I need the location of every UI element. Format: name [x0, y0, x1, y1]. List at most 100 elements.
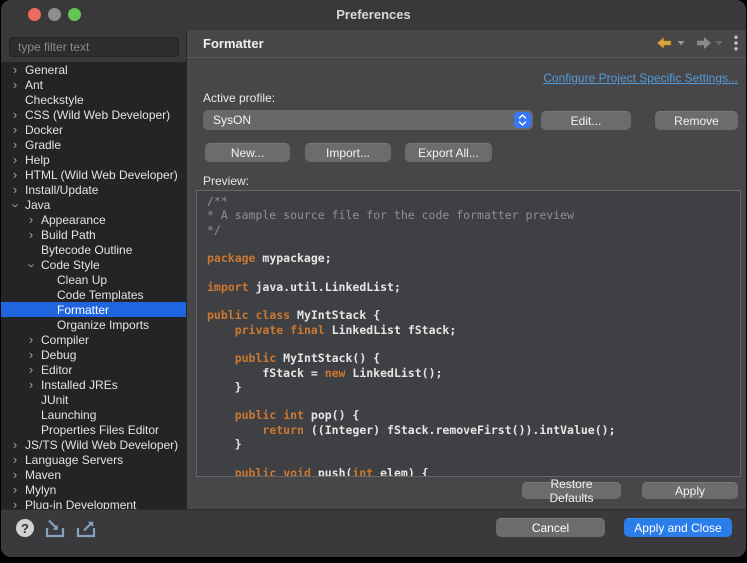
back-dropdown-icon[interactable]	[677, 40, 685, 46]
preview-code[interactable]: /** * A sample source file for the code f…	[196, 190, 741, 477]
sidebar-item-debug[interactable]: › Debug	[1, 347, 186, 362]
chevron-icon[interactable]: ›	[25, 363, 37, 376]
sidebar-item-gradle[interactable]: › Gradle	[1, 137, 186, 152]
chevron-icon[interactable]: ›	[9, 138, 21, 151]
sidebar-item-label: Debug	[41, 347, 77, 362]
chevron-icon[interactable]: ›	[25, 228, 37, 241]
titlebar[interactable]: Preferences	[1, 0, 746, 30]
view-menu-icon[interactable]	[734, 35, 738, 51]
forward-icon[interactable]	[694, 36, 712, 50]
sidebar-item-bytecode-outline[interactable]: Bytecode Outline	[1, 242, 186, 257]
chevron-icon[interactable]: ›	[9, 483, 21, 496]
export-all-button[interactable]: Export All...	[405, 143, 492, 162]
code-line: }	[207, 437, 242, 452]
preferences-window: Preferences › General › AntCheckstyle › CSS (…	[1, 0, 746, 557]
sidebar-item-editor[interactable]: › Editor	[1, 362, 186, 377]
sidebar-item-junit[interactable]: JUnit	[1, 392, 186, 407]
sidebar: › General › AntCheckstyle › CSS (Wild Web Dev…	[1, 30, 187, 509]
sidebar-item-appearance[interactable]: › Appearance	[1, 212, 186, 227]
sidebar-item-properties-files-editor[interactable]: Properties Files Editor	[1, 422, 186, 437]
export-preferences-icon[interactable]	[76, 519, 98, 543]
sidebar-item-build-path[interactable]: › Build Path	[1, 227, 186, 242]
chevron-icon[interactable]: ›	[25, 213, 37, 226]
edit-button[interactable]: Edit...	[541, 111, 631, 130]
sidebar-item-general[interactable]: › General	[1, 62, 186, 77]
sidebar-item-checkstyle[interactable]: Checkstyle	[1, 92, 186, 107]
new-button[interactable]: New...	[205, 143, 290, 162]
chevron-icon[interactable]: ›	[9, 498, 21, 510]
code-line: /**	[207, 194, 228, 208]
sidebar-item-ant[interactable]: › Ant	[1, 77, 186, 92]
sidebar-item-label: Bytecode Outline	[41, 242, 133, 257]
sidebar-item-code-templates[interactable]: Code Templates	[1, 287, 186, 302]
import-preferences-icon[interactable]	[45, 512, 67, 543]
code-line: fStack = new LinkedList();	[207, 365, 443, 380]
sidebar-item-launching[interactable]: Launching	[1, 407, 186, 422]
sidebar-item-compiler[interactable]: › Compiler	[1, 332, 186, 347]
sidebar-item-code-style[interactable]: › Code Style	[1, 257, 186, 272]
chevron-icon[interactable]: ›	[25, 348, 37, 361]
code-line: return ((Integer) fStack.removeFirst()).…	[262, 422, 616, 437]
sidebar-item-install-update[interactable]: › Install/Update	[1, 182, 186, 197]
restore-defaults-button[interactable]: Restore Defaults	[522, 477, 621, 505]
sidebar-item-label: Install/Update	[25, 182, 99, 197]
chevron-icon[interactable]: ›	[9, 153, 21, 166]
sidebar-item-js-ts-wild-web-developer-[interactable]: › JS/TS (Wild Web Developer)	[1, 437, 186, 452]
page-title: Formatter	[203, 36, 264, 51]
forward-dropdown-icon[interactable]	[715, 40, 723, 46]
chevron-icon[interactable]: ›	[9, 183, 21, 196]
chevron-icon[interactable]: ›	[9, 123, 21, 136]
back-icon[interactable]	[656, 36, 674, 50]
window-title: Preferences	[336, 7, 411, 22]
sidebar-item-formatter[interactable]: Formatter	[1, 302, 186, 317]
configure-project-link[interactable]: Configure Project Specific Settings...	[543, 71, 738, 85]
code-line: public MyIntStack() {	[234, 351, 381, 366]
chevron-icon[interactable]: ›	[9, 438, 21, 451]
apply-and-close-button[interactable]: Apply and Close	[624, 518, 732, 537]
chevron-icon[interactable]: ›	[9, 468, 21, 481]
sidebar-item-label: Formatter	[57, 302, 110, 317]
chevron-icon[interactable]: ›	[25, 259, 40, 271]
chevron-icon[interactable]: ›	[9, 108, 21, 121]
sidebar-item-mylyn[interactable]: › Mylyn	[1, 482, 186, 497]
remove-button[interactable]: Remove	[655, 111, 738, 130]
code-line: import java.util.LinkedList;	[207, 279, 401, 294]
sidebar-item-clean-up[interactable]: Clean Up	[1, 272, 186, 287]
apply-button[interactable]: Apply	[642, 482, 738, 499]
sidebar-item-label: Language Servers	[25, 452, 124, 467]
sidebar-tree: › General › Ant Checkstyle › CSS (Wild Web Dev…	[1, 62, 186, 509]
filter-input[interactable]	[9, 37, 179, 57]
chevron-icon[interactable]: ›	[9, 453, 21, 466]
sidebar-item-language-servers[interactable]: › Language Servers	[1, 452, 186, 467]
sidebar-item-docker[interactable]: › Docker	[1, 122, 186, 137]
sidebar-item-label: Java	[25, 197, 51, 212]
sidebar-item-help[interactable]: › Help	[1, 152, 186, 167]
help-button[interactable]: ?	[16, 519, 34, 537]
import-button[interactable]: Import...	[305, 143, 391, 162]
chevron-icon[interactable]: ›	[9, 78, 21, 91]
sidebar-item-plug-in-development[interactable]: › Plug-in Development	[1, 497, 186, 510]
sidebar-item-installed-jres[interactable]: › Installed JREs	[1, 377, 186, 392]
sidebar-item-java[interactable]: › Java	[1, 197, 186, 212]
sidebar-item-html-wild-web-developer-[interactable]: › HTML (Wild Web Developer)	[1, 167, 186, 182]
profile-select[interactable]: SysON	[203, 110, 533, 130]
code-line: public class MyIntStack {	[207, 308, 381, 323]
cancel-button[interactable]: Cancel	[496, 518, 605, 537]
sidebar-item-label: Mylyn	[25, 482, 57, 497]
code-line: public void push(int elem) {	[234, 465, 429, 477]
chevron-icon[interactable]: ›	[9, 168, 21, 181]
chevron-icon[interactable]: ›	[25, 378, 37, 391]
sidebar-item-maven[interactable]: › Maven	[1, 467, 186, 482]
sidebar-item-css-wild-web-developer-[interactable]: › CSS (Wild Web Developer)	[1, 107, 186, 122]
sidebar-item-label: Help	[25, 152, 50, 167]
history-nav	[656, 35, 738, 51]
active-profile-label: Active profile:	[203, 91, 276, 105]
chevron-icon[interactable]: ›	[25, 333, 37, 346]
sidebar-item-organize-imports[interactable]: Organize Imports	[1, 317, 186, 332]
settings-panel: Formatter Configure Project Specific Set…	[187, 30, 746, 509]
chevron-icon[interactable]: ›	[9, 63, 21, 76]
chevron-icon[interactable]: ›	[9, 199, 24, 211]
sidebar-item-label: Properties Files Editor	[41, 422, 160, 437]
